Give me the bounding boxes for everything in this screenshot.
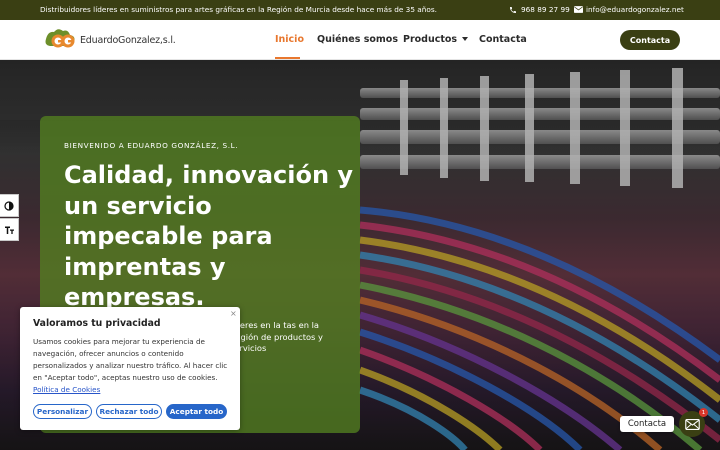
- mail-icon: [574, 6, 583, 13]
- top-info-bar: Distribuidores líderes en suministros pa…: [0, 0, 720, 20]
- phone-number: 968 89 27 99: [521, 5, 570, 14]
- reject-all-button[interactable]: Rechazar todo: [96, 404, 162, 419]
- logo-mark-icon: [44, 27, 78, 53]
- nav-item-productos[interactable]: Productos: [403, 34, 469, 45]
- hero-subtitle: líderes en la tas en la Región de produc…: [230, 320, 323, 353]
- cookie-policy-link[interactable]: Política de Cookies: [33, 385, 100, 394]
- close-icon[interactable]: ×: [230, 309, 237, 318]
- phone-icon: [509, 6, 517, 14]
- customize-cookies-button[interactable]: Personalizar: [33, 404, 92, 419]
- nav-item-contacta[interactable]: Contacta: [479, 34, 527, 45]
- accept-all-button[interactable]: Aceptar todo: [166, 404, 227, 419]
- topbar-phone-link[interactable]: 968 89 27 99: [509, 5, 570, 14]
- nav-item-inicio[interactable]: Inicio: [275, 34, 304, 45]
- email-address: info@eduardogonzalez.net: [586, 5, 684, 14]
- contact-cta-button[interactable]: Contacta: [620, 30, 680, 50]
- chevron-down-icon: [462, 36, 469, 41]
- text-size-button[interactable]: [0, 218, 19, 241]
- cookie-title: Valoramos tu privacidad: [33, 318, 161, 329]
- logo-wordmark: EduardoGonzalez,s.l.: [80, 34, 176, 46]
- cookie-consent-dialog: × Valoramos tu privacidad Usamos cookies…: [20, 307, 240, 430]
- cookie-body: Usamos cookies para mejorar tu experienc…: [33, 336, 233, 396]
- active-nav-indicator: [275, 57, 300, 59]
- brand-logo[interactable]: EduardoGonzalez,s.l.: [44, 28, 176, 52]
- mail-icon: [684, 415, 700, 434]
- nav-item-productos-label: Productos: [403, 34, 458, 45]
- main-navbar: EduardoGonzalez,s.l. Inicio Quiénes somo…: [0, 20, 720, 60]
- cookie-body-text: Usamos cookies para mejorar tu experienc…: [33, 337, 228, 382]
- text-size-icon: [4, 220, 15, 239]
- notification-badge: 1: [699, 408, 708, 417]
- topbar-email-link[interactable]: info@eduardogonzalez.net: [574, 5, 684, 14]
- floating-contact-label[interactable]: Contacta: [620, 416, 674, 432]
- contrast-toggle-button[interactable]: [0, 194, 19, 217]
- hero-title: Calidad, innovación y un servicio impeca…: [64, 161, 354, 311]
- hero-kicker: BIENVENIDO A EDUARDO GONZÁLEZ, S.L.: [64, 141, 239, 150]
- topbar-tagline: Distribuidores líderes en suministros pa…: [40, 5, 437, 14]
- contrast-icon: [4, 196, 14, 215]
- nav-item-quienes-somos[interactable]: Quiénes somos: [317, 34, 398, 45]
